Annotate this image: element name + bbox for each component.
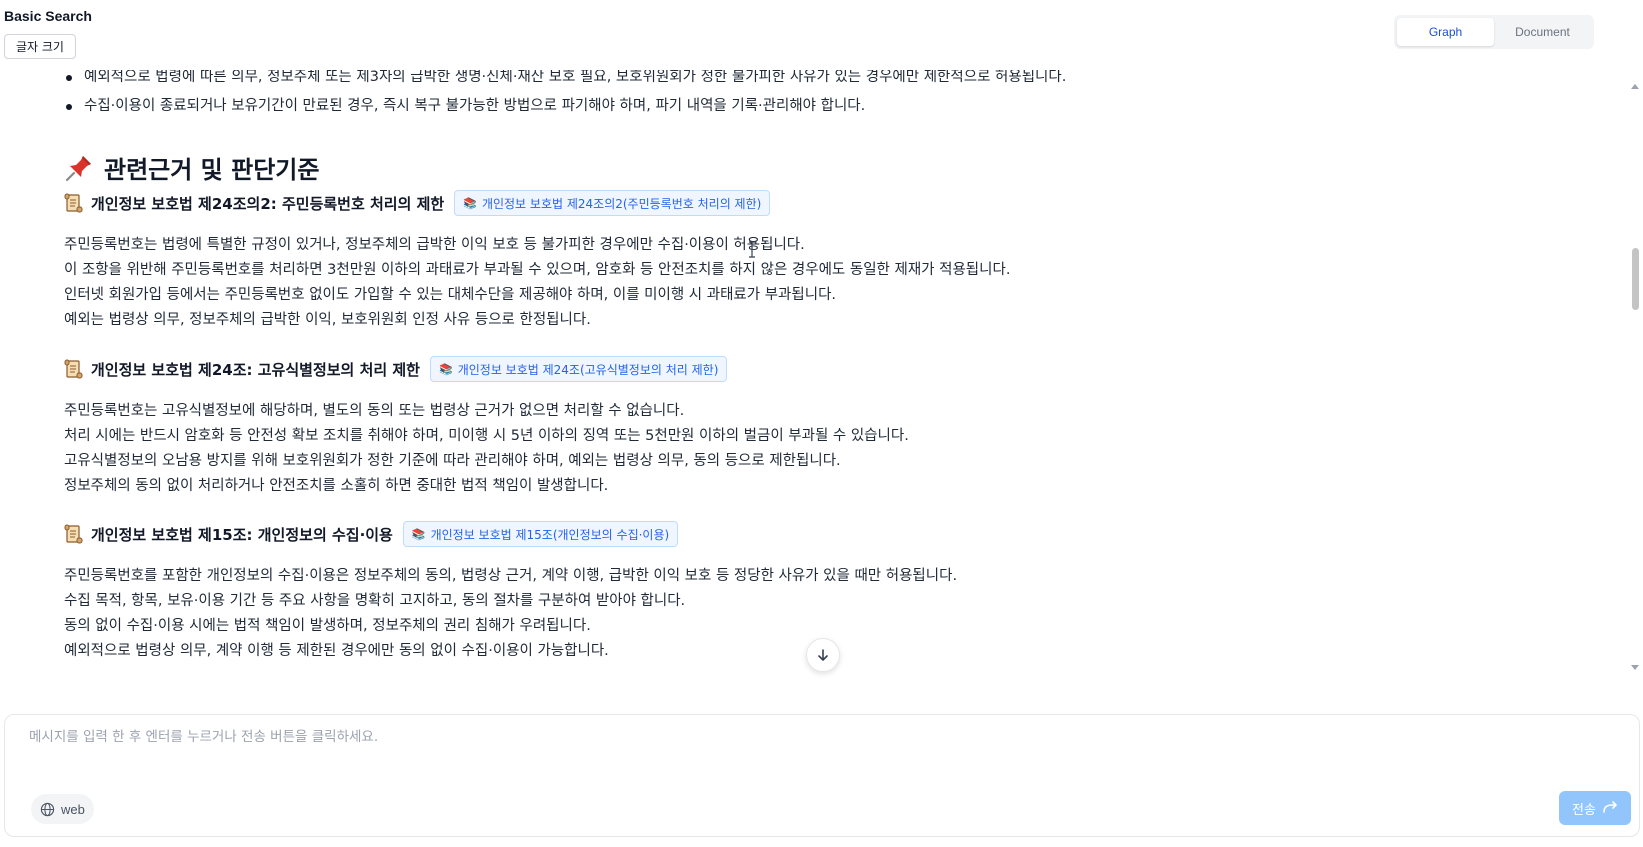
reference-badge-label: 개인정보 보호법 제24조의2(주민등록번호 처리의 제한) <box>481 196 762 211</box>
reference-badge[interactable]: 📚 개인정보 보호법 제15조(개인정보의 수집·이용) <box>402 521 679 547</box>
paragraph-line: 주민등록번호는 고유식별정보에 해당하며, 별도의 동의 또는 법령상 근거가 … <box>64 403 685 419</box>
paragraph-line: 주민등록번호는 법령에 특별한 규정이 있거나, 정보주체의 급박한 이익 보호… <box>64 237 805 253</box>
scroll-icon <box>64 193 83 213</box>
paragraph-line: 고유식별정보의 오남용 방지를 위해 보호위원회가 정한 기준에 따라 관리해야… <box>64 453 841 469</box>
paragraph-line: 예외적으로 법령상 의무, 계약 이행 등 제한된 경우에만 동의 없이 수집·… <box>64 643 609 659</box>
scrollbar-thumb[interactable] <box>1632 248 1639 310</box>
reference-badge-label: 개인정보 보호법 제24조(고유식별정보의 처리 제한) <box>457 362 719 377</box>
reference-badge-label: 개인정보 보호법 제15조(개인정보의 수집·이용) <box>430 527 670 542</box>
law-title-text: 개인정보 보호법 제24조의2: 주민등록번호 처리의 제한 <box>91 194 445 213</box>
paragraph-line: 주민등록번호를 포함한 개인정보의 수집·이용은 정보주체의 동의, 법령상 근… <box>64 568 958 584</box>
book-icon: 📚 <box>439 362 453 376</box>
law-paragraphs: 주민등록번호는 고유식별정보에 해당하며, 별도의 동의 또는 법령상 근거가 … <box>64 399 1544 499</box>
content-scrollbar[interactable] <box>1628 70 1643 682</box>
paragraph-line: 처리 시에는 반드시 암호화 등 안전성 확보 조치를 취해야 하며, 미이행 … <box>64 428 909 444</box>
paragraph-line: 수집 목적, 항목, 보유·이용 기간 등 주요 사항을 명확히 고지하고, 동… <box>64 593 686 609</box>
section-heading-text: 관련근거 및 판단기준 <box>104 156 320 184</box>
web-chip-label: web <box>61 801 85 817</box>
law-paragraphs: 주민등록번호는 법령에 특별한 규정이 있거나, 정보주체의 급박한 이익 보호… <box>64 233 1544 333</box>
send-arrow-icon <box>1603 801 1617 813</box>
section-heading: 관련근거 및 판단기준 <box>64 150 319 185</box>
bullet-list: 예외적으로 법령에 따른 의무, 정보주체 또는 제3자의 급박한 생명·신체·… <box>64 70 1564 121</box>
view-toggle: Graph Document <box>1394 15 1594 49</box>
scroll-icon <box>64 524 83 544</box>
law-paragraphs: 주민등록번호를 포함한 개인정보의 수집·이용은 정보주체의 동의, 법령상 근… <box>64 564 1544 664</box>
law-title: 개인정보 보호법 제24조: 고유식별정보의 처리 제한 📚 개인정보 보호법 … <box>64 356 728 382</box>
reference-badge[interactable]: 📚 개인정보 보호법 제24조의2(주민등록번호 처리의 제한) <box>454 190 771 216</box>
answer-content[interactable]: 예외적으로 법령에 따른 의무, 정보주체 또는 제3자의 급박한 생명·신체·… <box>0 70 1628 682</box>
law-title-text: 개인정보 보호법 제24조: 고유식별정보의 처리 제한 <box>91 360 420 379</box>
send-button-label: 전송 <box>1572 802 1596 818</box>
paragraph-line: 이 조항을 위반해 주민등록번호를 처리하면 3천만원 이하의 과태료가 부과될… <box>64 262 1011 278</box>
book-icon: 📚 <box>463 196 477 210</box>
law-title: 개인정보 보호법 제15조: 개인정보의 수집·이용 📚 개인정보 보호법 제1… <box>64 521 679 547</box>
law-title: 개인정보 보호법 제24조의2: 주민등록번호 처리의 제한 📚 개인정보 보호… <box>64 190 771 216</box>
law-title-text: 개인정보 보호법 제15조: 개인정보의 수집·이용 <box>91 525 393 544</box>
scroll-to-bottom-button[interactable] <box>806 638 840 672</box>
font-size-button[interactable]: 글자 크기 <box>4 34 76 59</box>
paragraph-line: 인터넷 회원가입 등에서는 주민등록번호 없이도 가입할 수 있는 대체수단을 … <box>64 287 837 303</box>
text-cursor-icon <box>749 241 755 258</box>
book-icon: 📚 <box>411 527 426 541</box>
list-item: 수집·이용이 종료되거나 보유기간이 만료된 경우, 즉시 복구 불가능한 방법… <box>64 92 1564 121</box>
app-title: Basic Search <box>4 8 92 24</box>
send-button[interactable]: 전송 <box>1559 791 1631 825</box>
paragraph-line: 정보주체의 동의 없이 처리하거나 안전조치를 소홀히 하면 중대한 법적 책임… <box>64 478 609 494</box>
pushpin-icon <box>65 155 91 181</box>
chat-box: web 전송 <box>4 714 1640 837</box>
paragraph-line: 예외는 법령상 의무, 정보주체의 급박한 이익, 보호위원회 인정 사유 등으… <box>64 312 591 328</box>
scroll-icon <box>64 359 83 379</box>
tab-graph[interactable]: Graph <box>1397 18 1494 46</box>
scroll-up-icon[interactable] <box>1631 84 1639 89</box>
paragraph-line: 동의 없이 수집·이용 시에는 법적 책임이 발생하며, 정보주체의 권리 침해… <box>64 618 591 634</box>
reference-badge[interactable]: 📚 개인정보 보호법 제24조(고유식별정보의 처리 제한) <box>430 356 728 382</box>
scroll-down-icon[interactable] <box>1631 665 1639 670</box>
tab-document[interactable]: Document <box>1494 18 1591 46</box>
list-item: 예외적으로 법령에 따른 의무, 정보주체 또는 제3자의 급박한 생명·신체·… <box>64 70 1564 92</box>
arrow-down-icon <box>818 649 828 661</box>
globe-icon <box>40 802 55 816</box>
message-input[interactable] <box>29 729 1429 745</box>
web-search-toggle[interactable]: web <box>31 794 94 824</box>
